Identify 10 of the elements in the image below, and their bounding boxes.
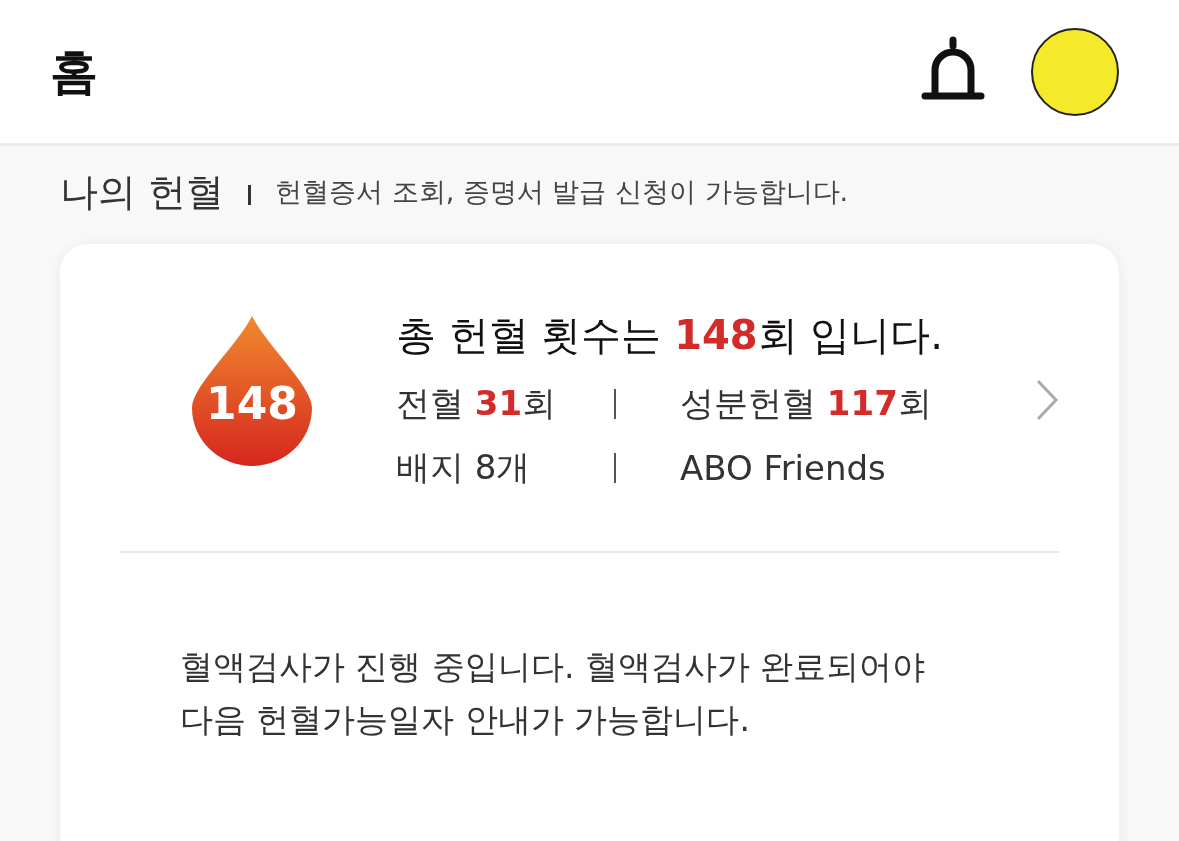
section-title: 나의 헌혈 xyxy=(60,168,225,216)
stat-text: 전혈 31회 xyxy=(396,382,558,425)
page-title: 홈 xyxy=(50,41,99,101)
stat-text: ABO Friends xyxy=(680,448,886,488)
blood-drop-badge: 148 xyxy=(192,316,312,466)
stat-text: 성분헌혈 117회 xyxy=(680,382,932,425)
stat-text: 배지 8개 xyxy=(396,446,532,489)
section-subtitle: 헌혈증서 조회, 증명서 발급 신청이 가능합니다. xyxy=(275,175,849,209)
notice-text: 혈액검사가 진행 중입니다. 혈액검사가 완료되어야 다음 헌혈가능일자 안내가 가능합니다. xyxy=(179,646,927,741)
total-donations-text: 총 헌혈 횟수는 148회 입니다. xyxy=(396,311,945,360)
